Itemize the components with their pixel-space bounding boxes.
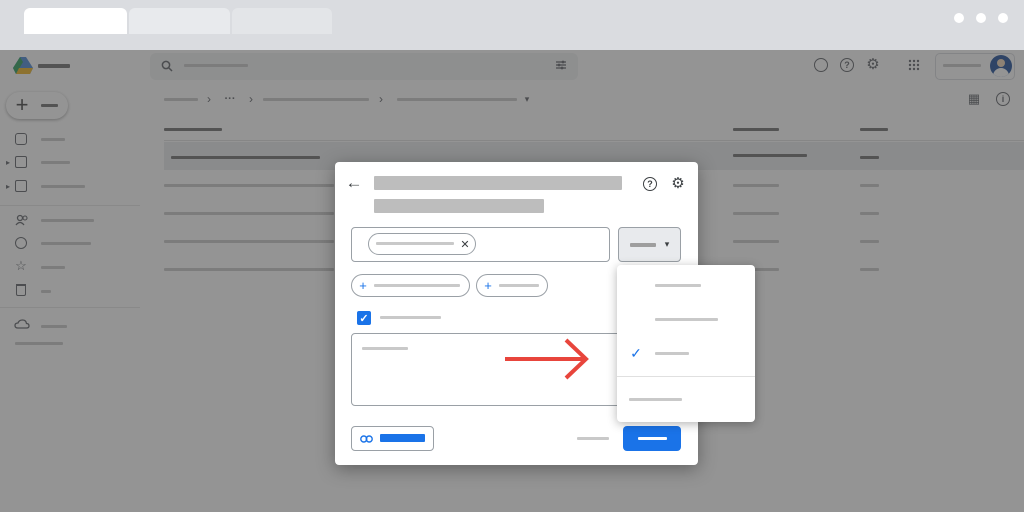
dropdown-divider <box>617 376 755 377</box>
cancel-button[interactable] <box>577 437 609 440</box>
add-icon: + <box>484 277 492 293</box>
annotation-arrow <box>505 338 589 380</box>
check-icon: ✓ <box>630 344 642 361</box>
notify-label-placeholder <box>380 316 441 319</box>
back-arrow-icon[interactable]: ← <box>345 173 363 192</box>
browser-tab[interactable] <box>232 8 332 34</box>
browser-tab[interactable] <box>129 8 230 34</box>
notify-checkbox[interactable]: ✓ <box>357 311 371 325</box>
browser-tab-active[interactable] <box>24 8 127 34</box>
role-dropdown-menu: ✓ <box>617 265 755 422</box>
dialog-title-line2-placeholder <box>374 199 544 213</box>
recipient-chip-placeholder <box>376 242 454 245</box>
role-select-value-placeholder <box>630 243 656 247</box>
send-button-label-placeholder <box>638 437 667 440</box>
link-icon <box>359 432 373 445</box>
add-icon: + <box>359 277 367 293</box>
window-control-dot[interactable] <box>954 13 964 23</box>
browser-chrome <box>0 0 1024 50</box>
window-control-dot[interactable] <box>976 13 986 23</box>
settings-icon[interactable]: ⚙ <box>670 175 686 192</box>
suggestion-chip-placeholder <box>499 284 539 287</box>
remove-chip-icon[interactable]: ✕ <box>459 237 471 251</box>
chevron-down-icon: ▾ <box>664 238 670 249</box>
window-control-dot[interactable] <box>998 13 1008 23</box>
dropdown-option-placeholder <box>655 352 689 355</box>
message-placeholder <box>362 347 408 350</box>
suggestion-chip-placeholder <box>374 284 460 287</box>
copy-link-label-placeholder <box>380 434 425 442</box>
help-icon[interactable]: ? <box>643 177 657 191</box>
dropdown-option-placeholder <box>655 284 701 287</box>
dropdown-option-placeholder <box>655 318 718 321</box>
dropdown-option-placeholder <box>629 398 682 401</box>
dialog-title-placeholder <box>374 176 622 190</box>
